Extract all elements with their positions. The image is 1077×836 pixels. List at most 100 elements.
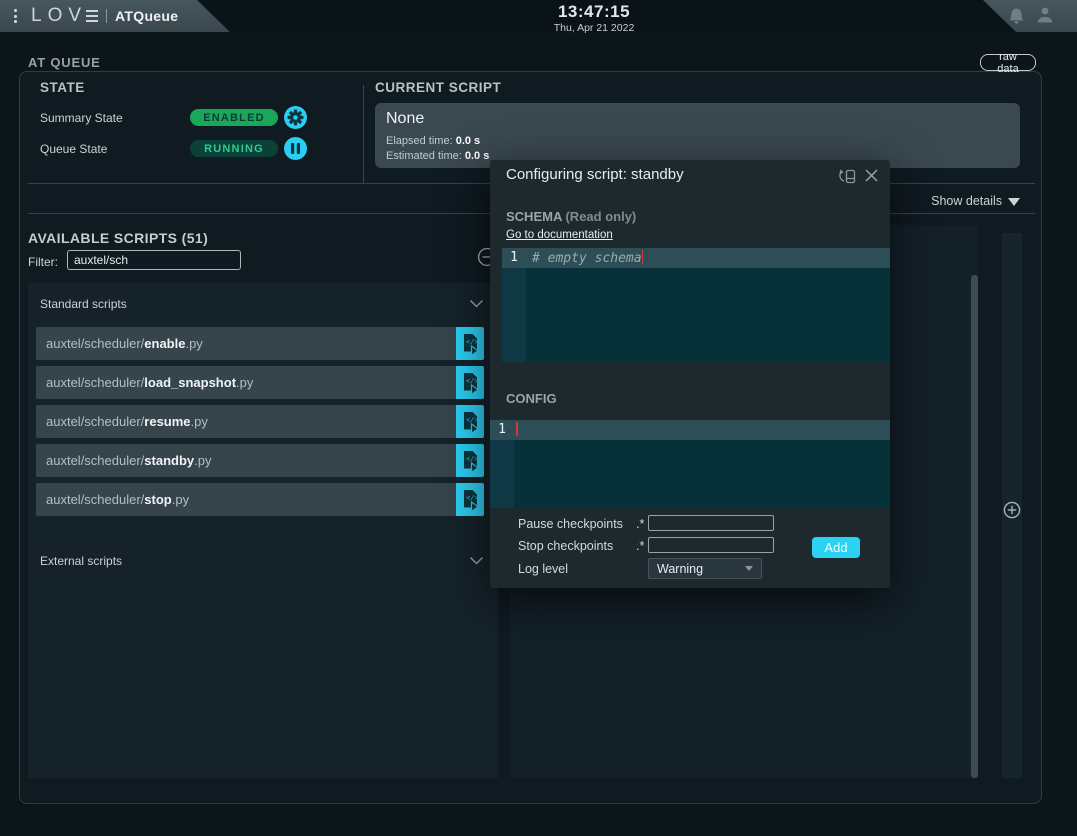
- top-bar-left: LOV ATQueue: [0, 0, 234, 32]
- pause-checkpoints-label: Pause checkpoints: [518, 517, 623, 531]
- standard-scripts-label: Standard scripts: [40, 297, 127, 311]
- launch-script-button[interactable]: </>: [456, 444, 484, 477]
- script-path-prefix: auxtel/scheduler/: [46, 414, 144, 429]
- script-row[interactable]: auxtel/scheduler/stop.py</>: [36, 483, 484, 516]
- config-cursor: [516, 422, 518, 436]
- launch-script-icon: </>: [461, 410, 480, 434]
- summary-state-gear-button[interactable]: [284, 106, 307, 129]
- schema-title-text: SCHEMA: [506, 209, 562, 224]
- launch-script-button[interactable]: </>: [456, 327, 484, 360]
- triangle-down-icon: [1008, 198, 1020, 206]
- filter-label: Filter:: [28, 255, 58, 269]
- love-logo: LOV: [31, 5, 87, 27]
- script-row[interactable]: auxtel/scheduler/resume.py </>: [36, 405, 484, 438]
- pause-icon: [284, 137, 307, 160]
- stop-checkpoints-input[interactable]: [648, 537, 774, 553]
- expand-column-button[interactable]: [1003, 501, 1021, 524]
- menu-kebab-icon[interactable]: [14, 9, 17, 23]
- script-path: auxtel/scheduler/load_snapshot.py: [36, 366, 456, 399]
- schema-comment: # empty schema: [532, 251, 642, 266]
- at-queue-title: AT QUEUE: [28, 55, 101, 70]
- summary-state-label: Summary State: [40, 111, 123, 125]
- config-line-number: 1: [490, 422, 514, 437]
- script-path: auxtel/scheduler/resume.py: [36, 405, 456, 438]
- launch-script-button[interactable]: </>: [456, 483, 484, 516]
- script-row[interactable]: auxtel/scheduler/standby.py </>: [36, 444, 484, 477]
- chevron-down-icon[interactable]: [469, 556, 484, 565]
- schema-readonly-text: (Read only): [562, 209, 636, 224]
- pause-checkpoints-input[interactable]: [648, 515, 774, 531]
- launch-script-button[interactable]: </>: [456, 366, 484, 399]
- stop-checkpoints-suffix: .*: [636, 539, 644, 553]
- user-icon[interactable]: [1036, 6, 1054, 25]
- raw-data-button[interactable]: raw data: [980, 54, 1036, 71]
- external-scripts-header[interactable]: External scripts: [28, 548, 498, 574]
- clock-date: Thu, Apr 21 2022: [519, 23, 669, 35]
- configure-script-modal: Configuring script: standby SCHEMA (Read…: [490, 160, 890, 588]
- script-path: auxtel/scheduler/standby.py: [36, 444, 456, 477]
- script-extension: .py: [191, 414, 208, 429]
- available-scripts-panel: Standard scripts auxtel/scheduler/enable…: [28, 283, 498, 778]
- script-path: auxtel/scheduler/stop.py: [36, 483, 456, 516]
- estimated-time: Estimated time: 0.0 s: [386, 150, 489, 162]
- config-title: CONFIG: [506, 391, 557, 406]
- vertical-scrollbar[interactable]: [971, 275, 978, 778]
- script-path-prefix: auxtel/scheduler/: [46, 492, 144, 507]
- chevron-down-icon[interactable]: [469, 299, 484, 308]
- elapsed-time: Elapsed time: 0.0 s: [386, 135, 480, 147]
- launch-script-icon: </>: [461, 332, 480, 356]
- close-icon[interactable]: [864, 168, 879, 183]
- launch-script-icon: </>: [461, 371, 480, 395]
- love-logo-equals-icon: [86, 10, 98, 22]
- script-row[interactable]: auxtel/scheduler/enable.py</>: [36, 327, 484, 360]
- queue-state-badge: RUNNING: [190, 140, 278, 157]
- pause-queue-button[interactable]: [284, 137, 307, 160]
- launch-script-icon: </>: [461, 449, 480, 473]
- log-level-select[interactable]: Warning: [648, 558, 762, 579]
- plus-circle-icon: [1003, 501, 1021, 519]
- schema-code-line: # empty schema: [532, 250, 643, 266]
- script-path-prefix: auxtel/scheduler/: [46, 375, 144, 390]
- script-extension: .py: [172, 492, 189, 507]
- rotate-panel-icon[interactable]: [838, 168, 857, 185]
- launch-script-button[interactable]: </>: [456, 405, 484, 438]
- select-caret-icon: [745, 566, 753, 571]
- svg-text:</>: </>: [466, 377, 479, 385]
- clock: 13:47:15 Thu, Apr 21 2022: [519, 3, 669, 34]
- available-scripts-title: AVAILABLE SCRIPTS (51): [28, 230, 208, 246]
- add-script-button[interactable]: Add: [812, 537, 860, 558]
- elapsed-time-value: 0.0 s: [456, 135, 480, 147]
- standard-scripts-header[interactable]: Standard scripts: [28, 291, 498, 317]
- state-title: STATE: [40, 80, 85, 95]
- script-name: enable: [144, 336, 185, 351]
- show-details-label: Show details: [931, 194, 1002, 208]
- schema-cursor: [642, 250, 644, 264]
- script-name: resume: [144, 414, 190, 429]
- stop-checkpoints-label: Stop checkpoints: [518, 539, 613, 553]
- script-path-prefix: auxtel/scheduler/: [46, 336, 144, 351]
- current-script-box: None Elapsed time: 0.0 s Estimated time:…: [375, 103, 1020, 168]
- svg-text:</>: </>: [466, 416, 479, 424]
- script-extension: .py: [194, 453, 211, 468]
- script-path-prefix: auxtel/scheduler/: [46, 453, 144, 468]
- script-row[interactable]: auxtel/scheduler/load_snapshot.py </>: [36, 366, 484, 399]
- script-name: load_snapshot: [144, 375, 236, 390]
- notifications-bell-icon[interactable]: [1008, 7, 1025, 25]
- schema-editor[interactable]: 1 # empty schema: [502, 248, 890, 362]
- top-bar: LOV ATQueue 13:47:15 Thu, Apr 21 2022: [0, 0, 1077, 32]
- atqueue-page: LOV ATQueue 13:47:15 Thu, Apr 21 2022 AT…: [0, 0, 1077, 836]
- estimated-time-value: 0.0 s: [465, 150, 489, 162]
- filter-input[interactable]: [67, 250, 241, 270]
- script-extension: .py: [236, 375, 253, 390]
- external-scripts-label: External scripts: [40, 554, 122, 568]
- schema-title: SCHEMA (Read only): [506, 209, 636, 224]
- page-title: ATQueue: [115, 8, 178, 24]
- svg-text:</>: </>: [466, 455, 479, 463]
- estimated-time-label: Estimated time:: [386, 150, 465, 162]
- logo-divider: [106, 9, 107, 23]
- config-editor[interactable]: 1: [490, 420, 890, 508]
- script-name: stop: [144, 492, 171, 507]
- documentation-link[interactable]: Go to documentation: [506, 229, 613, 241]
- state-divider: [363, 85, 364, 183]
- current-script-title: CURRENT SCRIPT: [375, 80, 501, 95]
